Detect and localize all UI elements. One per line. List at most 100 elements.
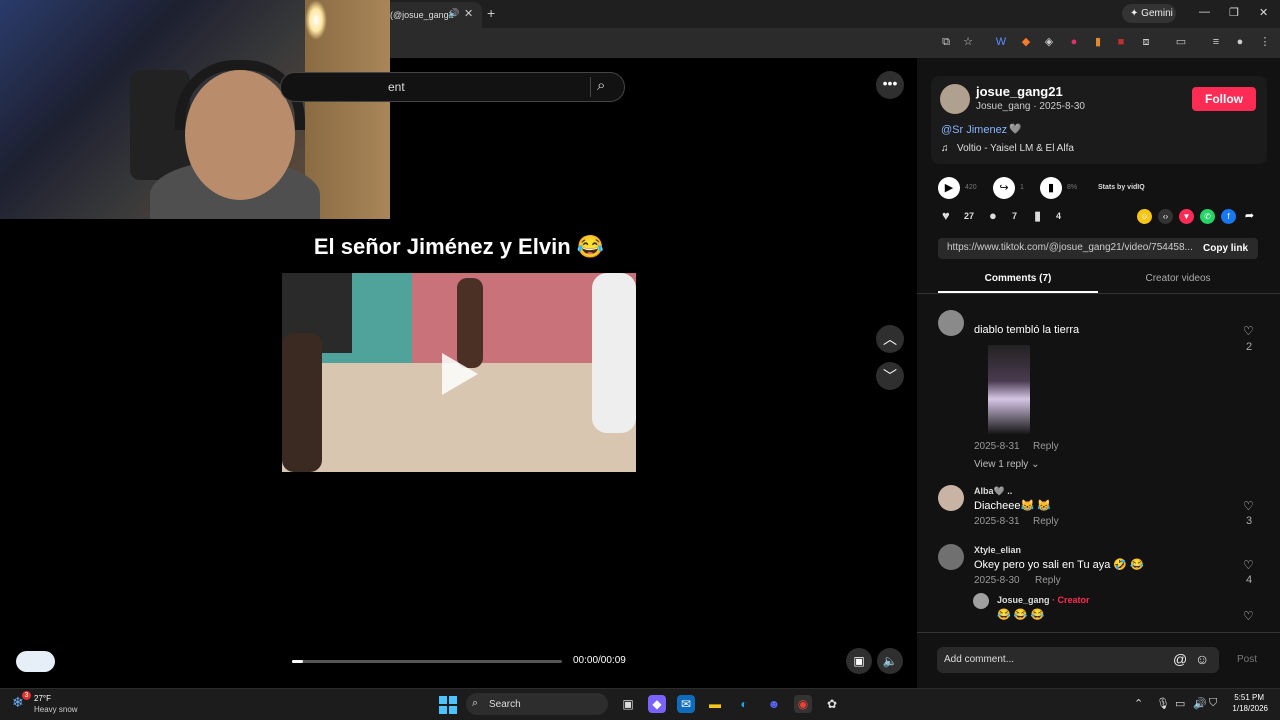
avatar[interactable] [940, 84, 970, 114]
comment-text: 😂 😂 😂 [997, 609, 1045, 621]
minimize-button[interactable]: — [1199, 6, 1210, 18]
embed-icon[interactable]: ‹› [1158, 209, 1173, 224]
comment-date: 2025-8-31 [974, 441, 1020, 452]
reply-button[interactable]: Reply [1033, 441, 1059, 452]
comment-date: 2025-8-31 [974, 516, 1020, 527]
clock-time[interactable]: 5:51 PM [1224, 693, 1264, 702]
mention-at-icon[interactable]: @ [1173, 651, 1187, 667]
reply-button[interactable]: Reply [1033, 516, 1059, 527]
comment-like-icon[interactable]: ♡ [1243, 324, 1254, 338]
video-progress-bar[interactable] [292, 660, 562, 663]
extension-icon[interactable]: ◆ [1018, 34, 1034, 50]
avatar[interactable] [973, 593, 989, 609]
tray-overflow-icon[interactable]: ⌃ [1134, 697, 1143, 710]
video-progress-fill [292, 660, 303, 663]
post-button[interactable]: Post [1237, 654, 1257, 665]
share-arrow-icon[interactable]: ➦ [1242, 209, 1257, 224]
gemini-button[interactable]: ✦ Gemini [1122, 4, 1176, 23]
screenshot-icon[interactable]: ▭ [1173, 34, 1189, 50]
microphone-icon[interactable]: 🎙 [1156, 697, 1170, 710]
send-icon[interactable]: ▼ [1179, 209, 1194, 224]
stats-bars-icon[interactable]: ▮ [1040, 177, 1062, 199]
maximize-button[interactable]: ❐ [1229, 6, 1239, 19]
cast-icon[interactable]: ⧉ [938, 34, 954, 50]
view-replies-button[interactable]: View 1 reply ⌄ [974, 459, 1039, 470]
emoji-icon[interactable]: ☺ [1195, 651, 1209, 667]
reading-list-icon[interactable]: ≡ [1208, 34, 1224, 50]
copy-link-button[interactable]: Copy link [1194, 238, 1258, 259]
bookmark-icon[interactable]: ▮ [1034, 208, 1041, 224]
edge-icon[interactable]: ◐ [735, 695, 753, 713]
extension-icon[interactable]: W [993, 34, 1009, 50]
reply-button[interactable]: Reply [1035, 575, 1061, 586]
whatsapp-icon[interactable]: ✆ [1200, 209, 1215, 224]
extensions-puzzle-icon[interactable]: ⧈ [1138, 34, 1154, 50]
close-window-button[interactable]: ✕ [1259, 6, 1268, 19]
play-icon[interactable] [442, 353, 478, 395]
extension-icon[interactable]: ■ [1113, 34, 1129, 50]
comment-like-icon[interactable]: ♡ [1243, 609, 1254, 623]
bookmark-star-icon[interactable]: ☆ [960, 34, 976, 50]
extension-widget[interactable] [16, 651, 55, 672]
tab-comments[interactable]: Comments (7) [938, 273, 1098, 284]
comment-username[interactable]: Josue_gang [997, 595, 1050, 605]
mail-icon[interactable]: ✉ [677, 695, 695, 713]
comment-text: Okey pero yo sali en Tu aya 🤣 😂 [974, 559, 1144, 571]
pip-icon[interactable]: ▣ [846, 648, 872, 674]
author-username[interactable]: josue_gang21 [976, 84, 1063, 99]
comment-like-icon[interactable]: ♡ [1243, 499, 1254, 513]
stats-by-label[interactable]: Stats by vidIQ [1098, 184, 1145, 191]
more-options-button[interactable]: ••• [876, 71, 904, 99]
browser-menu-icon[interactable]: ⋮ [1257, 34, 1273, 50]
comment-like-count: 3 [1246, 515, 1253, 527]
webcam-light [305, 0, 327, 40]
comment-username[interactable]: Xtyle_elian [974, 545, 1021, 555]
search-icon[interactable]: ⌕ [597, 77, 605, 94]
windows-start-icon[interactable] [439, 696, 457, 714]
tab-close-icon[interactable]: ✕ [464, 7, 473, 20]
vpn-shield-icon[interactable]: ⛉ [1209, 697, 1217, 710]
like-icon[interactable]: ♥ [942, 208, 950, 223]
video-person [592, 273, 636, 433]
tab-creator-videos[interactable]: Creator videos [1098, 273, 1258, 284]
chrome-icon[interactable]: ◉ [794, 695, 812, 713]
tab-audio-icon[interactable]: 🔊 [448, 8, 459, 19]
save-count: 4 [1056, 211, 1062, 221]
network-icon[interactable]: ▭ [1175, 697, 1185, 710]
copilot-icon[interactable]: ◆ [648, 695, 666, 713]
comment-username[interactable]: Alba🩶 .. [974, 486, 1012, 497]
previous-video-button[interactable]: ︿ [876, 325, 904, 353]
discord-icon[interactable]: ☻ [765, 695, 783, 713]
volume-tray-icon[interactable]: 🔊 [1193, 697, 1207, 710]
extension-icon[interactable]: ▮ [1090, 34, 1106, 50]
extension-icon[interactable]: ◈ [1041, 34, 1057, 50]
volume-icon[interactable]: 🔈 [877, 648, 903, 674]
file-explorer-icon[interactable]: ▬ [706, 695, 724, 713]
avatar[interactable] [938, 310, 964, 336]
search-bar[interactable] [280, 72, 625, 102]
taskbar-search[interactable] [466, 693, 608, 715]
taskbar-search-label: Search [489, 699, 521, 710]
clock-date[interactable]: 1/18/2026 [1224, 704, 1268, 713]
share-count-icon: ↪ [993, 177, 1015, 199]
comment-icon[interactable]: ● [989, 208, 997, 223]
next-video-button[interactable]: ﹀ [876, 362, 904, 390]
profile-avatar[interactable]: ● [1232, 34, 1248, 50]
app-icon[interactable]: ✿ [823, 695, 841, 713]
tabs-divider [917, 293, 1280, 294]
video-link-field[interactable]: https://www.tiktok.com/@josue_gang21/vid… [938, 238, 1194, 259]
search-input[interactable]: ent [388, 80, 405, 94]
avatar[interactable] [938, 544, 964, 570]
new-tab-button[interactable]: + [487, 5, 495, 21]
follow-button[interactable]: Follow [1192, 87, 1256, 111]
comment-sticker-image[interactable] [988, 345, 1030, 435]
avatar[interactable] [938, 485, 964, 511]
comment-like-count: 2 [1246, 341, 1253, 353]
share-emoji-icon[interactable]: ☺ [1137, 209, 1152, 224]
facebook-icon[interactable]: f [1221, 209, 1236, 224]
extension-icon[interactable]: ● [1066, 34, 1082, 50]
comment-like-icon[interactable]: ♡ [1243, 558, 1254, 572]
task-view-icon[interactable]: ▣ [619, 695, 637, 713]
music-title[interactable]: Voltio - Yaisel LM & El Alfa [957, 143, 1074, 154]
mention-link[interactable]: @Sr Jimenez [941, 124, 1007, 136]
